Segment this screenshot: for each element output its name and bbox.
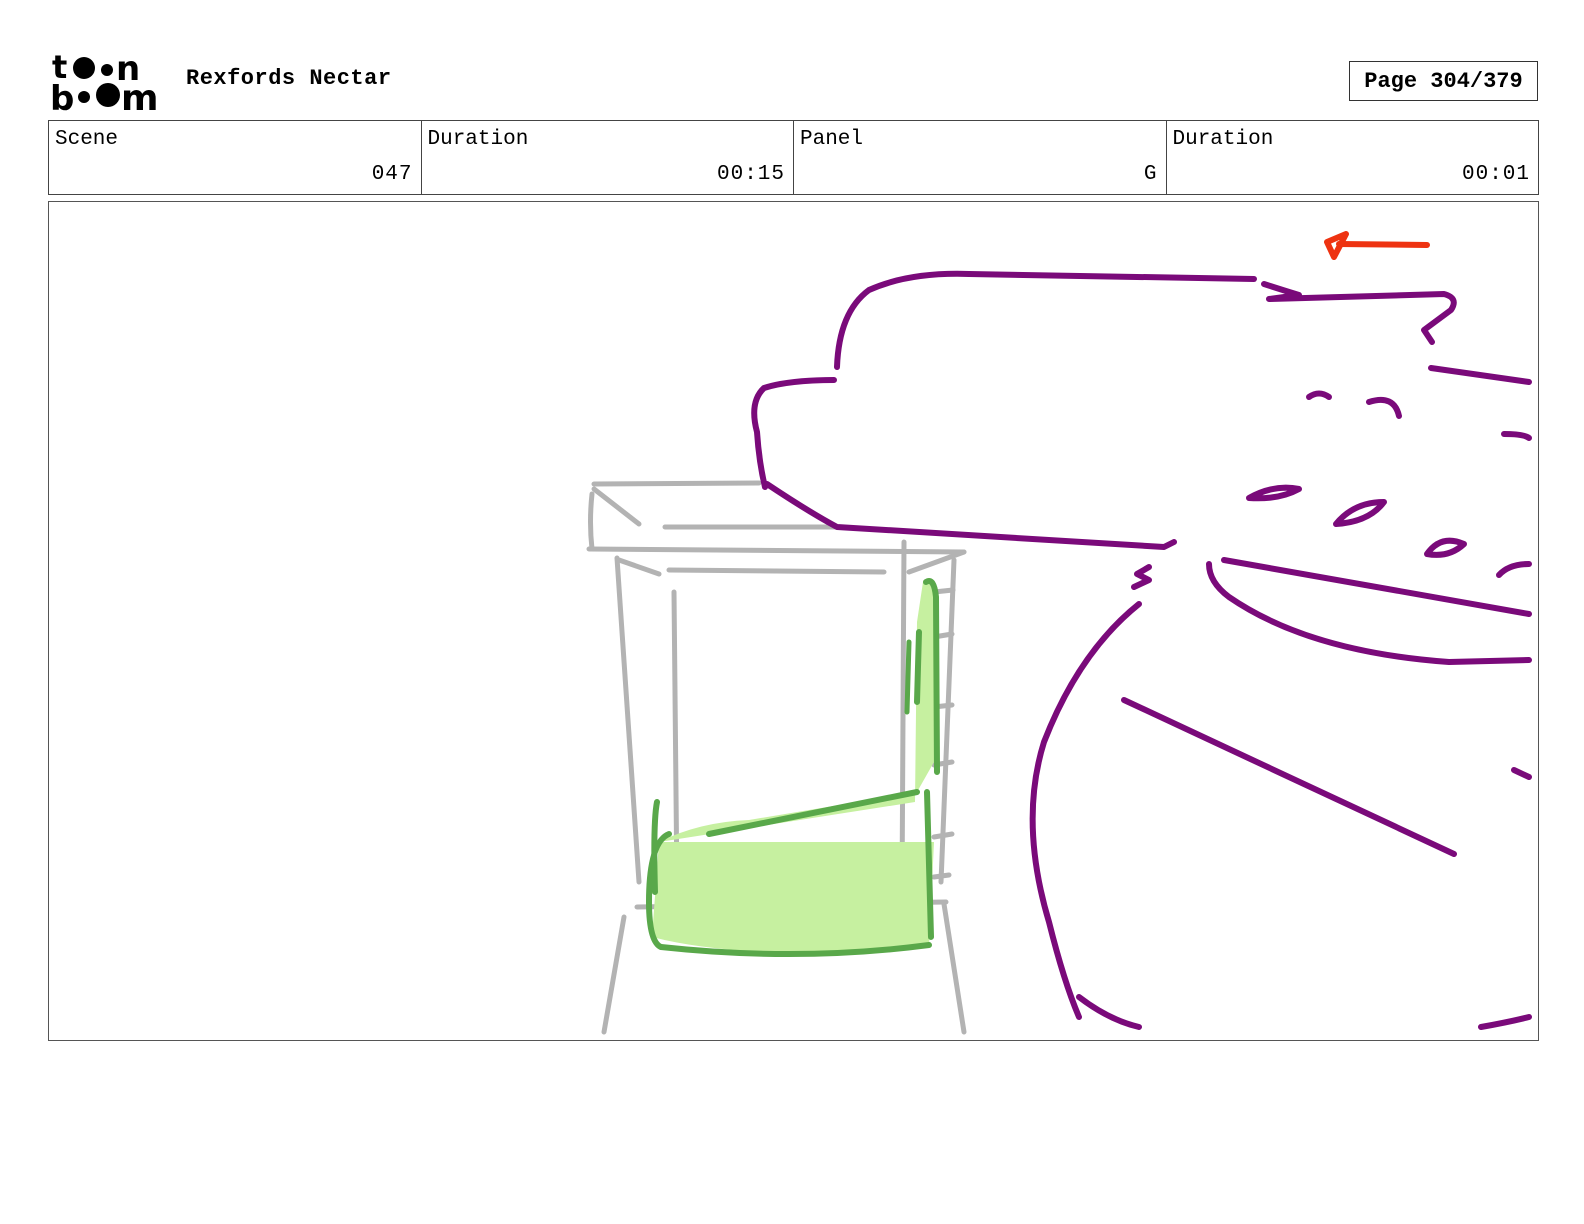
scene-label: Scene <box>55 128 119 151</box>
scene-duration-label: Duration <box>427 128 529 151</box>
panel-value: G <box>1143 163 1158 186</box>
panel-duration-cell: Duration 00:01 <box>1167 121 1539 194</box>
red-direction-arrow <box>1324 231 1430 260</box>
scene-value: 047 <box>371 163 413 186</box>
scene-cell: Scene 047 <box>49 121 422 194</box>
panel-sketch <box>586 231 1532 1035</box>
panel-label: Panel <box>800 128 864 151</box>
panel-duration-value: 00:01 <box>1461 163 1530 186</box>
scene-info-table: Scene 047 Duration 00:15 Panel G Duratio… <box>48 120 1539 195</box>
svg-text:m: m <box>121 78 159 112</box>
scene-duration-value: 00:15 <box>716 163 785 186</box>
project-title: Rexfords Nectar <box>186 66 392 91</box>
panel-duration-label: Duration <box>1172 128 1274 151</box>
page-indicator: Page 304/379 <box>1349 61 1538 101</box>
storyboard-panel <box>48 201 1539 1041</box>
scene-duration-cell: Duration 00:15 <box>422 121 794 194</box>
svg-text:b: b <box>50 79 74 112</box>
toon-boom-logo: t n b m <box>50 50 159 112</box>
green-liquid <box>646 578 940 958</box>
panel-cell: Panel G <box>794 121 1167 194</box>
